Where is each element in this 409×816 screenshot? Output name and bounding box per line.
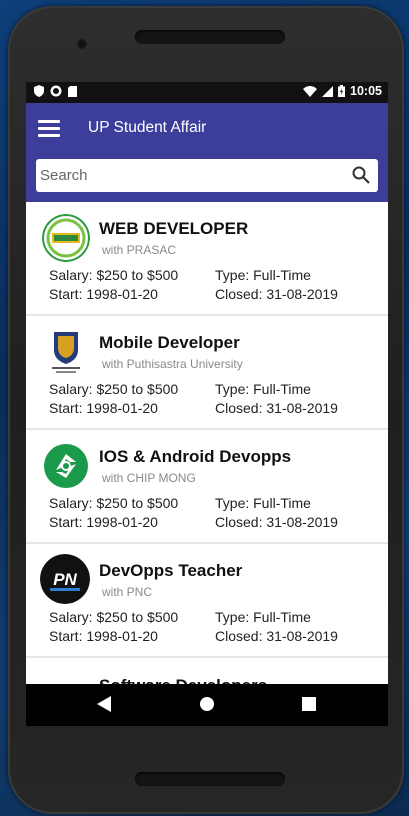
app-bar: UP Student Affair <box>26 103 388 207</box>
bottom-speaker <box>135 772 285 786</box>
home-icon[interactable] <box>199 696 215 712</box>
closed-date: Closed: 31-08-2019 <box>215 286 338 302</box>
start-date: Start: 1998-01-20 <box>49 286 158 302</box>
company-name: with CHIP MONG <box>102 471 196 485</box>
job-type: Type: Full-Time <box>215 495 311 511</box>
job-type: Type: Full-Time <box>215 381 311 397</box>
company-name: with Puthisastra University <box>102 357 243 371</box>
job-type: Type: Full-Time <box>215 267 311 283</box>
job-title: DevOpps Teacher <box>99 561 243 580</box>
job-title: IOS & Android Devopps <box>99 447 292 466</box>
signal-icon <box>322 85 334 97</box>
record-icon <box>50 85 62 97</box>
status-time: 10:05 <box>350 84 382 98</box>
top-speaker <box>135 30 285 44</box>
job-card[interactable]: WEB DEVELOPER with PRASAC Salary: $250 t… <box>26 202 388 316</box>
recents-icon[interactable] <box>302 697 316 711</box>
wifi-icon <box>303 85 318 97</box>
start-date: Start: 1998-01-20 <box>49 400 158 416</box>
device-screen: 10:05 UP Student Affair WEB DEVELOPER wi… <box>26 82 388 726</box>
job-card[interactable]: IOS & Android Devopps with CHIP MONG Sal… <box>26 430 388 544</box>
front-camera <box>77 39 87 49</box>
company-name: with PNC <box>102 585 153 599</box>
closed-date: Closed: 31-08-2019 <box>215 514 338 530</box>
puthisastra-logo-icon <box>42 328 90 376</box>
job-title: Software Developers <box>99 676 267 684</box>
search-box <box>36 159 378 192</box>
start-date: Start: 1998-01-20 <box>49 514 158 530</box>
salary-text: Salary: $250 to $500 <box>49 495 179 511</box>
job-list: WEB DEVELOPER with PRASAC Salary: $250 t… <box>26 202 388 684</box>
start-date: Start: 1998-01-20 <box>49 628 158 644</box>
menu-icon[interactable] <box>38 120 62 138</box>
battery-icon <box>338 85 346 97</box>
salary-text: Salary: $250 to $500 <box>49 381 179 397</box>
salary-text: Salary: $250 to $500 <box>49 267 179 283</box>
shield-icon <box>34 85 44 97</box>
job-card[interactable]: Software Developers <box>26 658 388 684</box>
prasac-logo-icon <box>42 214 90 262</box>
sd-card-icon <box>68 85 77 97</box>
search-input[interactable] <box>36 159 340 192</box>
job-card[interactable]: Mobile Developer with Puthisastra Univer… <box>26 316 388 430</box>
job-type: Type: Full-Time <box>215 609 311 625</box>
job-title: Mobile Developer <box>99 333 240 352</box>
search-icon[interactable] <box>352 166 370 184</box>
pnc-logo-text: PN <box>53 570 77 589</box>
back-icon[interactable] <box>97 696 111 712</box>
pnc-logo-icon: PN <box>40 554 90 604</box>
job-title: WEB DEVELOPER <box>99 219 249 238</box>
closed-date: Closed: 31-08-2019 <box>215 400 338 416</box>
navigation-bar <box>26 684 388 726</box>
company-name: with PRASAC <box>102 243 177 257</box>
closed-date: Closed: 31-08-2019 <box>215 628 338 644</box>
chip-mong-logo-icon <box>42 442 90 490</box>
job-card[interactable]: PN DevOpps Teacher with PNC Salary: $250… <box>26 544 388 658</box>
salary-text: Salary: $250 to $500 <box>49 609 179 625</box>
status-bar: 10:05 <box>26 82 388 103</box>
app-title: UP Student Affair <box>88 119 207 136</box>
